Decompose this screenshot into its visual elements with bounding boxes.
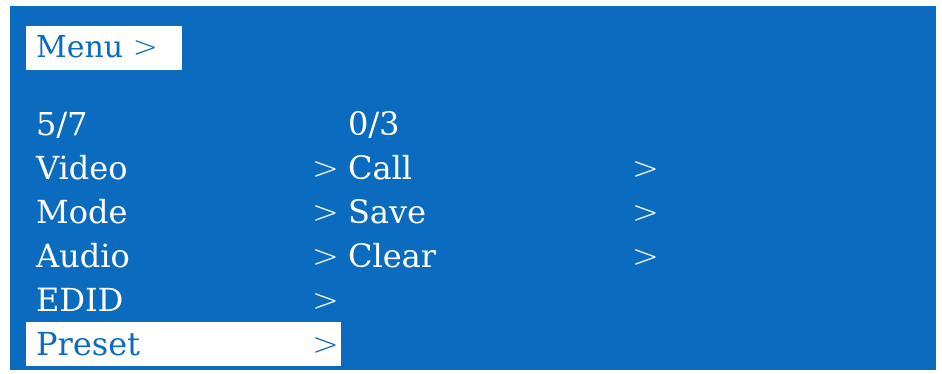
chevron-right-icon: > [312,237,339,275]
menu-item-mode[interactable]: Mode > [26,190,341,234]
menu-header[interactable]: Menu > [26,26,182,70]
menu-item-label: Audio [36,237,130,275]
menu-item-preset[interactable]: Preset > [26,322,341,366]
menu-item-label: Video [36,149,128,187]
menu-item-label: Preset [36,325,140,363]
chevron-right-icon: > [132,30,158,65]
submenu-column: 0/3 Call > Save > Clear > [346,102,659,278]
chevron-right-icon: > [632,237,659,275]
menu-item-edid[interactable]: EDID > [26,278,341,322]
chevron-right-icon: > [312,193,339,231]
submenu-item-save[interactable]: Save > [346,190,659,234]
menu-item-label: EDID [36,281,124,319]
submenu-item-clear[interactable]: Clear > [346,234,659,278]
chevron-right-icon: > [312,281,339,319]
submenu-item-label: Save [348,193,427,231]
chevron-right-icon: > [312,325,339,363]
submenu-item-label: Call [348,149,413,187]
menu-title: Menu [36,30,124,65]
menu-item-video[interactable]: Video > [26,146,341,190]
chevron-right-icon: > [312,149,339,187]
chevron-right-icon: > [632,149,659,187]
submenu-item-call[interactable]: Call > [346,146,659,190]
menu-screen: Menu > 5/7 Video > Mode > Audio > EDID >… [10,6,936,370]
main-menu-column: 5/7 Video > Mode > Audio > EDID > Preset… [26,102,341,366]
chevron-right-icon: > [632,193,659,231]
menu-item-audio[interactable]: Audio > [26,234,341,278]
menu-item-label: Mode [36,193,128,231]
submenu-counter: 0/3 [348,105,400,143]
submenu-item-label: Clear [348,237,437,275]
main-menu-counter: 5/7 [36,105,88,143]
